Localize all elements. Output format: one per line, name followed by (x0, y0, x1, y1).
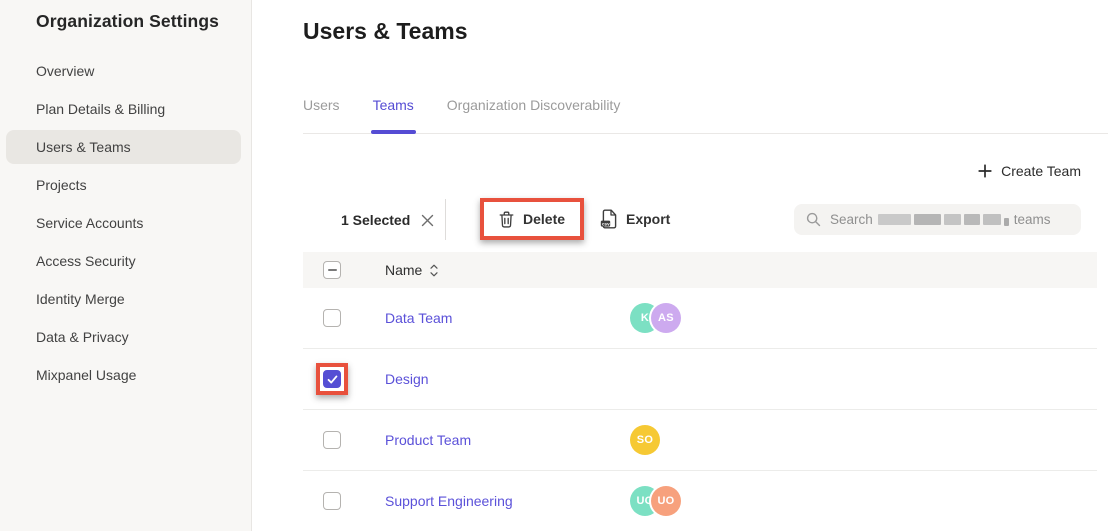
tab-bar: Users Teams Organization Discoverability (303, 94, 1108, 134)
create-team-label: Create Team (1001, 163, 1081, 179)
selection-toolbar: 1 Selected Delete (252, 198, 1108, 242)
search-input[interactable]: Search teams (794, 204, 1081, 235)
row-checkbox[interactable] (323, 309, 341, 327)
avatar: UO (651, 486, 681, 516)
sidebar-item-service-accounts[interactable]: Service Accounts (0, 204, 251, 242)
annotation-highlight-checkbox (316, 363, 348, 395)
plus-icon (978, 164, 992, 178)
indeterminate-dash-icon (328, 269, 337, 271)
magnifier-icon (806, 212, 821, 227)
delete-button[interactable]: Delete (484, 202, 580, 236)
main-content: Users & Teams Users Teams Organization D… (252, 0, 1108, 531)
row-checkbox[interactable] (323, 431, 341, 449)
annotation-highlight-delete: Delete (480, 198, 584, 240)
search-placeholder: Search teams (830, 212, 1051, 227)
selected-count-label: 1 Selected (341, 212, 410, 228)
team-link-design[interactable]: Design (385, 371, 429, 387)
create-team-button[interactable]: Create Team (978, 163, 1081, 179)
page-title: Users & Teams (303, 18, 468, 45)
toolbar-divider (445, 199, 446, 240)
settings-sidebar: Organization Settings Overview Plan Deta… (0, 0, 252, 531)
table-row-data-team: Data Team K AS (303, 288, 1097, 349)
table-row-design: Design (303, 349, 1097, 410)
sidebar-item-users-teams[interactable]: Users & Teams (0, 128, 251, 166)
sidebar-item-access-security[interactable]: Access Security (0, 242, 251, 280)
table-header-row: Name (303, 252, 1097, 288)
delete-label: Delete (523, 211, 565, 227)
tab-users[interactable]: Users (303, 94, 340, 133)
sidebar-item-mixpanel-usage[interactable]: Mixpanel Usage (0, 356, 251, 394)
row-checkbox[interactable] (323, 492, 341, 510)
team-link-product-team[interactable]: Product Team (385, 432, 471, 448)
sort-carets-icon (430, 264, 438, 277)
avatar: AS (651, 303, 681, 333)
sidebar-item-identity-merge[interactable]: Identity Merge (0, 280, 251, 318)
row-checkbox-checked[interactable] (323, 370, 341, 388)
avatar: SO (630, 425, 660, 455)
csv-file-icon: csv (600, 209, 617, 229)
member-avatars: SO (630, 425, 660, 455)
export-button[interactable]: csv Export (600, 198, 670, 240)
clear-selection-button[interactable] (421, 214, 434, 227)
tab-organization-discoverability[interactable]: Organization Discoverability (447, 94, 621, 133)
redacted-org-name (878, 214, 1009, 226)
checkmark-icon (327, 375, 338, 384)
name-column-header[interactable]: Name (385, 262, 438, 278)
member-avatars: UO UO (630, 486, 681, 516)
sidebar-item-plan-details-billing[interactable]: Plan Details & Billing (0, 90, 251, 128)
sidebar-item-projects[interactable]: Projects (0, 166, 251, 204)
tab-teams[interactable]: Teams (373, 94, 414, 133)
table-row-product-team: Product Team SO (303, 410, 1097, 471)
sidebar-item-data-privacy[interactable]: Data & Privacy (0, 318, 251, 356)
selection-count: 1 Selected (341, 198, 434, 242)
trash-icon (499, 211, 514, 228)
teams-table: Name Data Team K AS (303, 252, 1097, 531)
organization-settings-page: Organization Settings Overview Plan Deta… (0, 0, 1108, 531)
team-link-support-engineering[interactable]: Support Engineering (385, 493, 513, 509)
select-all-checkbox[interactable] (323, 261, 341, 279)
sidebar-item-overview[interactable]: Overview (0, 52, 251, 90)
member-avatars: K AS (630, 303, 681, 333)
table-row-support-engineering: Support Engineering UO UO (303, 471, 1097, 531)
sidebar-title: Organization Settings (36, 11, 219, 32)
team-link-data-team[interactable]: Data Team (385, 310, 452, 326)
export-label: Export (626, 211, 670, 227)
sidebar-nav: Overview Plan Details & Billing Users & … (0, 52, 251, 394)
svg-text:csv: csv (602, 221, 610, 226)
